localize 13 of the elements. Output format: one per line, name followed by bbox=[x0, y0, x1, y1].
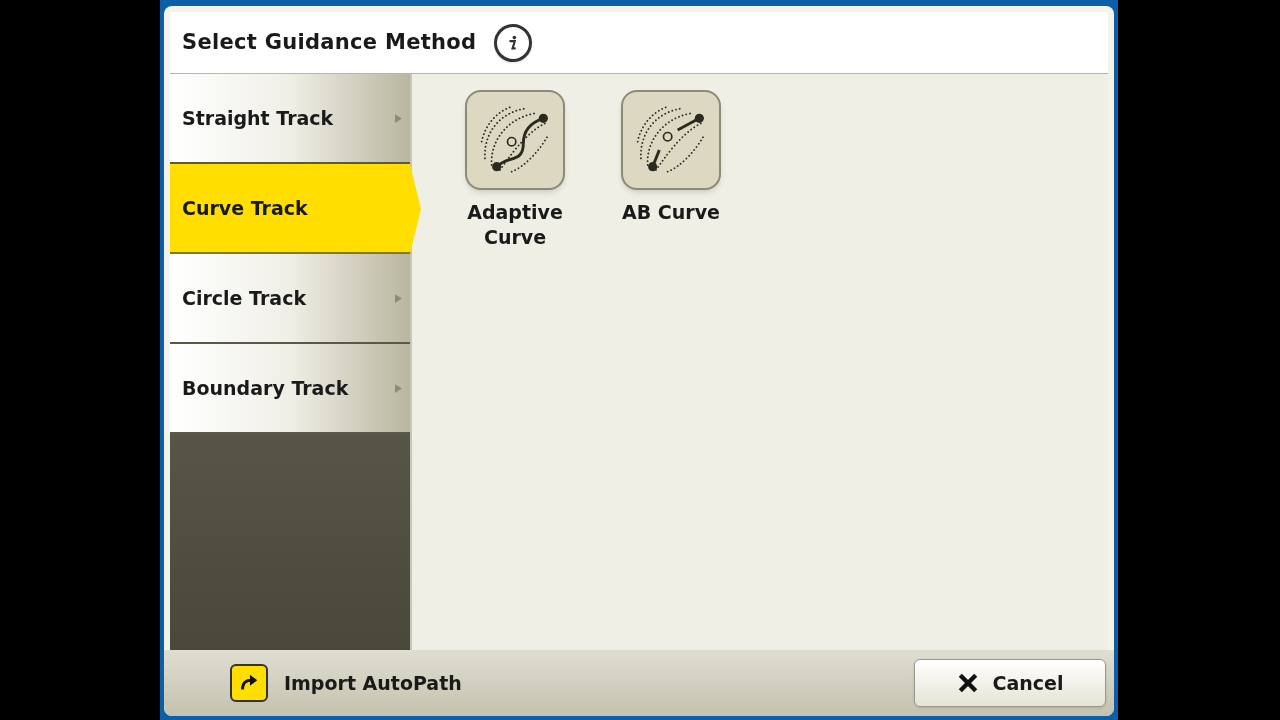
arrow-icon bbox=[395, 113, 402, 123]
close-icon bbox=[956, 672, 979, 694]
menu-item[interactable]: Curve Track bbox=[170, 164, 421, 254]
menu-item[interactable]: Circle Track bbox=[170, 254, 410, 344]
menu-item[interactable]: Straight Track bbox=[170, 74, 410, 164]
info-icon[interactable] bbox=[494, 23, 533, 62]
method-tile[interactable]: Adaptive Curve bbox=[450, 90, 580, 250]
arrow-icon bbox=[395, 383, 402, 393]
dialog-title: Select Guidance Method bbox=[182, 28, 477, 56]
import-autopath-button[interactable]: Import AutoPath bbox=[230, 664, 462, 702]
cancel-button[interactable]: Cancel bbox=[914, 659, 1106, 707]
menu-item[interactable]: Boundary Track bbox=[170, 344, 410, 434]
arrow-icon bbox=[395, 293, 402, 303]
